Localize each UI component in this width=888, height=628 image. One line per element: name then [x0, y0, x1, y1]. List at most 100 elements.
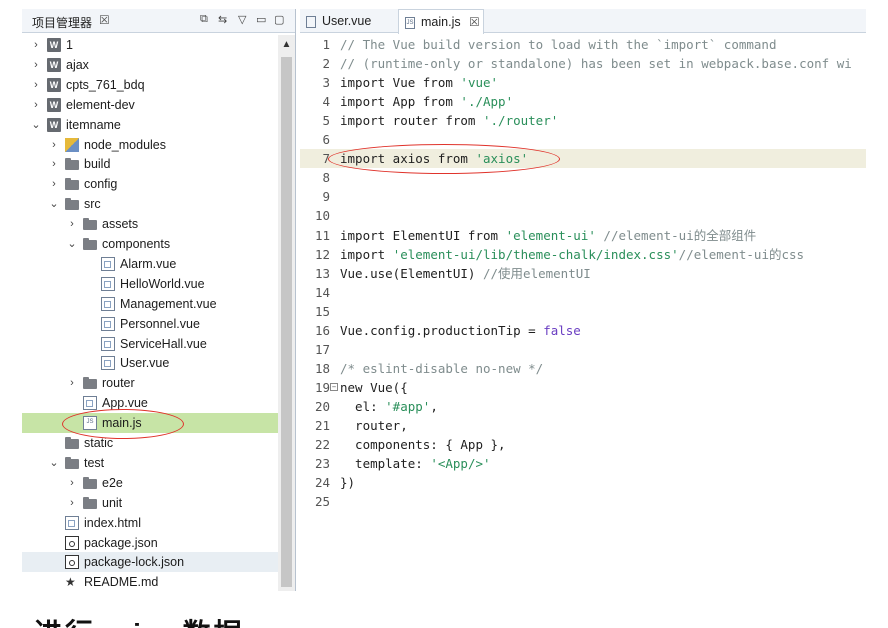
code-line[interactable]: 4 import App from './App': [300, 92, 866, 111]
line-number: 12: [314, 246, 330, 262]
editor-tab[interactable]: User.vue: [300, 9, 396, 33]
code-line[interactable]: 25: [300, 492, 866, 511]
code-token: router,: [340, 418, 408, 433]
tree-item[interactable]: › Welement-dev: [22, 95, 278, 115]
collapse-all-icon[interactable]: ⧉: [200, 13, 208, 26]
scrollbar-thumb[interactable]: [281, 57, 292, 587]
tree-item-label: index.html: [84, 515, 141, 530]
chevron-right-icon[interactable]: ›: [48, 174, 60, 194]
tree-item-label: Personnel.vue: [120, 316, 200, 331]
tree-item[interactable]: › e2e: [22, 473, 278, 493]
fold-toggle-icon[interactable]: −: [330, 382, 338, 391]
chevron-right-icon[interactable]: ›: [66, 214, 78, 234]
tree-item-label: components: [102, 237, 171, 251]
tree-item[interactable]: › Wcpts_761_bdq: [22, 75, 278, 95]
chevron-right-icon[interactable]: ›: [48, 154, 60, 174]
tree-item[interactable]: App.vue: [22, 393, 278, 413]
explorer-tab[interactable]: 项目管理器 ☒ ⧉ ⇆ ▽ ▭ ▢: [22, 9, 295, 33]
tree-item-label: config: [84, 177, 118, 192]
code-token: import router from: [340, 113, 483, 129]
tree-item[interactable]: ⌄ components: [22, 234, 278, 254]
explorer-scrollbar[interactable]: ▲: [278, 35, 295, 591]
tree-item[interactable]: Personnel.vue: [22, 314, 278, 334]
code-line[interactable]: 5 import router from './router': [300, 111, 866, 130]
code-text: import ElementUI from 'element-ui' //ele…: [340, 226, 756, 245]
code-line[interactable]: 12 import 'element-ui/lib/theme-chalk/ind…: [300, 245, 866, 264]
chevron-right-icon[interactable]: ›: [66, 473, 78, 493]
code-line[interactable]: 7 import axios from 'axios': [300, 149, 866, 169]
code-line[interactable]: 13 Vue.use(ElementUI) //使用elementUI: [300, 264, 866, 283]
code-line[interactable]: 10: [300, 206, 866, 225]
tree-item-label: assets: [102, 217, 139, 232]
code-line[interactable]: 17: [300, 340, 866, 359]
chevron-right-icon[interactable]: ›: [66, 373, 78, 393]
tree-item[interactable]: Alarm.vue: [22, 254, 278, 274]
tree-item[interactable]: › assets: [22, 214, 278, 234]
close-icon[interactable]: ☒: [469, 10, 480, 34]
line-number: 6: [322, 132, 330, 148]
code-text: import router from './router': [340, 111, 558, 130]
maximize-icon[interactable]: ▢: [274, 13, 284, 26]
code-line[interactable]: 20 el: '#app',: [300, 397, 866, 416]
chevron-down-icon[interactable]: ⌄: [30, 115, 42, 135]
tree-item[interactable]: › W 1: [22, 35, 278, 55]
code-area[interactable]: 1 // The Vue build version to load with t…: [300, 35, 866, 591]
code-line[interactable]: 14: [300, 283, 866, 302]
chevron-down-icon[interactable]: ⌄: [66, 234, 78, 254]
tree-item[interactable]: Management.vue: [22, 294, 278, 314]
code-line[interactable]: 24}): [300, 473, 866, 492]
chevron-down-icon[interactable]: ⌄: [48, 194, 60, 214]
tree-item[interactable]: › router: [22, 373, 278, 393]
line-number: 21: [314, 418, 330, 433]
tree-item[interactable]: › build: [22, 154, 278, 174]
tree-item[interactable]: ServiceHall.vue: [22, 334, 278, 354]
tree-item[interactable]: ★ README.md: [22, 572, 278, 591]
vue-file-icon: [101, 296, 115, 311]
tree-item[interactable]: › node_modules: [22, 135, 278, 155]
tree-item[interactable]: package.json: [22, 533, 278, 553]
chevron-right-icon[interactable]: ›: [66, 493, 78, 513]
code-line[interactable]: 1 // The Vue build version to load with t…: [300, 35, 866, 54]
line-number: 13: [314, 265, 330, 281]
code-token: }): [340, 475, 356, 491]
code-line[interactable]: 21 router,: [300, 416, 866, 435]
tree-item[interactable]: › unit: [22, 493, 278, 513]
tree-item[interactable]: package-lock.json: [22, 552, 278, 573]
tree-item[interactable]: › config: [22, 174, 278, 194]
link-editor-icon[interactable]: ⇆: [218, 13, 227, 26]
tree-item[interactable]: ⌄ src: [22, 194, 278, 214]
chevron-right-icon[interactable]: ›: [48, 135, 60, 155]
chevron-down-icon[interactable]: ⌄: [48, 453, 60, 473]
tree-item[interactable]: HelloWorld.vue: [22, 274, 278, 294]
code-line[interactable]: 16 Vue.config.productionTip = false: [300, 321, 866, 340]
chevron-right-icon[interactable]: ›: [30, 75, 42, 95]
tree-item[interactable]: ⌄ test: [22, 453, 278, 473]
tree-item[interactable]: index.html: [22, 513, 278, 533]
tree-item[interactable]: JS main.js: [22, 413, 278, 434]
code-line[interactable]: 11 import ElementUI from 'element-ui' //e…: [300, 226, 866, 245]
tree-item[interactable]: › Wajax: [22, 55, 278, 75]
close-icon[interactable]: ☒: [99, 13, 110, 27]
code-line[interactable]: 3 import Vue from 'vue': [300, 73, 866, 92]
chevron-right-icon[interactable]: ›: [30, 95, 42, 115]
code-line[interactable]: 18 /* eslint-disable no-new */: [300, 359, 866, 378]
tree-item[interactable]: User.vue: [22, 353, 278, 373]
code-line[interactable]: 23 template: '<App/>': [300, 454, 866, 473]
line-number: 14: [314, 284, 330, 300]
editor-tab[interactable]: JS main.js ☒: [398, 9, 484, 34]
code-line[interactable]: 9: [300, 187, 866, 206]
code-line[interactable]: 8: [300, 168, 866, 187]
chevron-right-icon[interactable]: ›: [30, 35, 42, 55]
chevron-right-icon[interactable]: ›: [30, 55, 42, 75]
code-line[interactable]: 15: [300, 302, 866, 321]
minimize-icon[interactable]: ▭: [256, 13, 266, 26]
code-line[interactable]: 2 // (runtime-only or standalone) has bee…: [300, 54, 866, 73]
code-line[interactable]: 22 components: { App },: [300, 435, 866, 454]
view-menu-icon[interactable]: ▽: [238, 13, 246, 26]
code-line[interactable]: 6: [300, 130, 866, 149]
tree-item[interactable]: ⌄ Witemname: [22, 115, 278, 135]
tree-item[interactable]: static: [22, 433, 278, 453]
scroll-up-icon[interactable]: ▲: [278, 39, 295, 50]
code-line[interactable]: 19− new Vue({: [300, 378, 866, 397]
tree-item-label: static: [84, 436, 114, 450]
